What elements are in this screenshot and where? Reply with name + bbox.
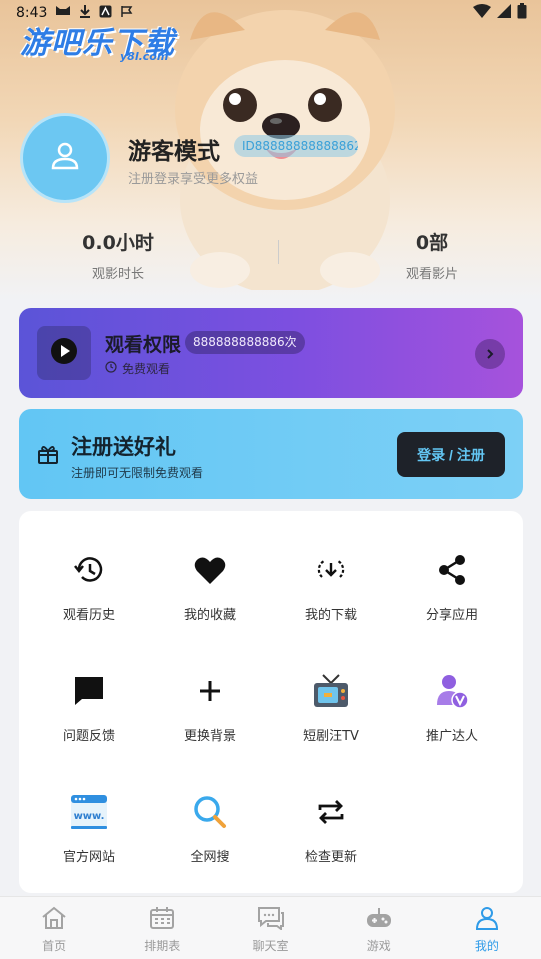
clock-icon (105, 361, 117, 376)
tab-games[interactable]: 游戏 (325, 897, 433, 959)
user-id-badge[interactable]: ID888888888888629 (234, 135, 358, 157)
play-icon (50, 337, 78, 369)
home-icon (41, 906, 67, 934)
watch-permission-card[interactable]: 观看权限 888888888886次 免费观看 (19, 308, 523, 398)
feature-grid: 观看历史 我的收藏 我的下载 分享应用 问题反馈 更换背景 短剧汪TV 推广达人… (19, 511, 523, 893)
tab-label: 我的 (474, 939, 499, 953)
tab-label: 首页 (42, 939, 67, 953)
menu-item-global-search[interactable]: 全网搜 (155, 790, 265, 880)
stat-divider (278, 240, 279, 264)
menu-label: 检查更新 (304, 850, 357, 865)
avatar[interactable] (20, 113, 110, 203)
search-icon (193, 795, 227, 833)
wifi-icon (473, 4, 491, 22)
download-icon (316, 555, 346, 589)
menu-label: 官方网站 (62, 850, 115, 865)
signal-icon (497, 4, 511, 22)
gift-icon (37, 444, 59, 468)
refresh-icon (316, 797, 346, 831)
tab-home[interactable]: 首页 (0, 897, 108, 959)
menu-item-official-website[interactable]: www. 官方网站 (34, 790, 144, 880)
vip-title: 观看权限 (105, 334, 182, 356)
user-icon (475, 907, 499, 934)
feedback-icon (73, 675, 105, 711)
menu-item-short-drama-tv[interactable]: 短剧汪TV (276, 669, 386, 759)
menu-item-favorites[interactable]: 我的收藏 (155, 548, 265, 638)
website-icon: www. (70, 793, 108, 835)
stat-value: 0部 (415, 232, 449, 254)
tab-label: 聊天室 (252, 939, 289, 953)
register-title: 注册送好礼 (71, 435, 176, 459)
menu-item-check-update[interactable]: 检查更新 (276, 790, 386, 880)
menu-item-feedback[interactable]: 问题反馈 (34, 669, 144, 759)
username[interactable]: 游客模式 (128, 132, 220, 166)
menu-item-history[interactable]: 观看历史 (34, 548, 144, 638)
menu-label: 推广达人 (425, 729, 478, 744)
tab-label: 游戏 (366, 939, 391, 953)
menu-item-change-background[interactable]: 更换背景 (155, 669, 265, 759)
login-register-button[interactable]: 登录 / 注册 (397, 432, 505, 477)
menu-item-downloads[interactable]: 我的下载 (276, 548, 386, 638)
menu-label: 短剧汪TV (303, 729, 359, 744)
share-icon (437, 554, 467, 590)
menu-item-share[interactable]: 分享应用 (397, 548, 507, 638)
vip-subtitle-row: 免费观看 (105, 360, 170, 377)
stat-watched-videos: 0部 观看影片 (384, 228, 480, 282)
vip-count-badge: 888888888886次 (185, 331, 305, 354)
menu-label: 更换背景 (183, 729, 236, 744)
register-gift-card: 注册送好礼 注册即可无限制免费观看 登录 / 注册 (19, 409, 523, 499)
vip-subtitle: 免费观看 (122, 362, 171, 376)
calendar-icon (149, 907, 175, 934)
watermark-domain: y8l.com (120, 50, 169, 63)
chat-icon (257, 907, 285, 934)
menu-item-promoter[interactable]: 推广达人 (397, 669, 507, 759)
menu-label: 分享应用 (425, 608, 478, 623)
register-subtitle: 注册即可无限制免费观看 (71, 466, 204, 480)
tv-icon (312, 673, 350, 713)
stat-watch-time: 0.0小时 观影时长 (70, 228, 166, 282)
battery-icon (517, 3, 527, 23)
tab-label: 排期表 (144, 939, 181, 953)
menu-label: 我的收藏 (183, 608, 236, 623)
login-hint: 注册登录享受更多权益 (128, 172, 259, 187)
menu-label: 全网搜 (190, 850, 230, 865)
stat-label: 观影时长 (91, 267, 144, 282)
promoter-icon (435, 673, 469, 713)
vip-arrow-button[interactable] (475, 339, 505, 369)
svg-text:www.: www. (74, 811, 105, 822)
menu-label: 问题反馈 (62, 729, 115, 744)
tab-schedule[interactable]: 排期表 (108, 897, 216, 959)
tab-mine[interactable]: 我的 (433, 897, 541, 959)
stat-value: 0.0小时 (82, 232, 154, 254)
plus-icon (197, 678, 223, 708)
play-icon-box (37, 326, 91, 380)
menu-label: 我的下载 (304, 608, 357, 623)
chevron-right-icon (484, 345, 496, 364)
tab-chatroom[interactable]: 聊天室 (216, 897, 324, 959)
menu-label: 观看历史 (62, 608, 115, 623)
gamepad-icon (365, 908, 393, 934)
stat-label: 观看影片 (405, 267, 458, 282)
bottom-tab-bar: 首页 排期表 聊天室 游戏 我的 (0, 896, 541, 959)
user-icon (49, 140, 81, 176)
history-icon (73, 554, 105, 590)
heart-icon (194, 555, 226, 589)
